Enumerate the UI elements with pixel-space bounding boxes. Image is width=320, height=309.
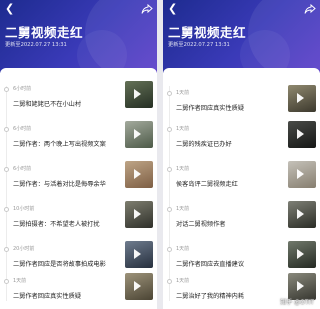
timeline-list: 1天前 二舅作者回应真实性质疑 1天前 二舅的残疾证已办好 1天前 侯客岛评二舅… [163,68,320,309]
play-icon [134,281,141,291]
item-time: 6小时前 [13,86,32,92]
topic-panel-right: ❮ 二舅视频走红 更新至2022.07.27 13:31 1天前 二舅作者回应真… [163,0,320,309]
item-headline: 二舅的残疾证已办好 [176,141,232,148]
item-headline: 二舅作者：与活着对比是侮辱余华 [13,181,106,188]
timeline-dot [4,167,9,172]
video-thumbnail[interactable] [125,273,153,300]
timeline-dot [4,87,9,92]
timeline-dot [167,91,172,96]
timeline-dot [167,207,172,212]
screenshot-stage: ❮ 二舅视频走红 更新至2022.07.27 13:31 6小时前 二舅和姥姥已… [0,0,320,309]
play-icon [297,209,304,219]
item-time: 20小时前 [13,246,35,252]
topic-header: ❮ 二舅视频走红 更新至2022.07.27 13:31 [163,0,320,80]
update-time: 更新至2022.07.27 13:31 [168,42,230,48]
watermark: 知乎 @OTIT [280,299,314,306]
item-time: 6小时前 [13,126,32,132]
item-headline: 二舅作者回应真实性质疑 [176,105,245,112]
video-thumbnail[interactable] [125,161,153,188]
timeline-dot [4,127,9,132]
timeline-item[interactable]: 6小时前 二舅作者：两个晚上写出视频文案 [0,121,157,162]
timeline-dot [4,247,9,252]
item-time: 1天前 [176,206,190,212]
item-headline: 二舅拍摄者：不希望老人被打扰 [13,221,100,228]
video-thumbnail[interactable] [125,81,153,108]
timeline-item[interactable]: 6小时前 二舅作者：与活着对比是侮辱余华 [0,161,157,202]
video-thumbnail[interactable] [288,121,316,148]
timeline-dot [167,127,172,132]
topic-header: ❮ 二舅视频走红 更新至2022.07.27 13:31 [0,0,157,80]
topic-panel-left: ❮ 二舅视频走红 更新至2022.07.27 13:31 6小时前 二舅和姥姥已… [0,0,157,309]
update-time: 更新至2022.07.27 13:31 [5,42,67,48]
page-title: 二舅视频走红 [5,25,84,40]
timeline-dot [4,207,9,212]
back-arrow-icon[interactable]: ❮ [168,3,178,15]
timeline-item[interactable]: 1天前 二舅的残疾证已办好 [163,121,320,162]
play-icon [297,249,304,259]
share-icon[interactable] [141,3,153,15]
item-headline: 二舅治好了我的精神内耗 [176,293,245,300]
timeline-item[interactable]: 10小时前 二舅拍摄者：不希望老人被打扰 [0,201,157,242]
timeline-dot [167,279,172,284]
play-icon [134,129,141,139]
play-icon [297,129,304,139]
back-arrow-icon[interactable]: ❮ [5,3,15,15]
item-time: 1天前 [176,90,190,96]
video-thumbnail[interactable] [288,241,316,268]
item-time: 1天前 [13,278,27,284]
timeline-item[interactable]: 6小时前 二舅和姥姥已不在小山村 [0,81,157,122]
video-thumbnail[interactable] [288,273,316,300]
video-thumbnail[interactable] [125,201,153,228]
timeline-item[interactable]: 1天前 二舅作者回应真实性质疑 [0,273,157,309]
timeline-item[interactable]: 1天前 侯客岛评二舅视频走红 [163,161,320,202]
play-icon [134,249,141,259]
item-time: 10小时前 [13,206,35,212]
video-thumbnail[interactable] [288,161,316,188]
timeline-dot [167,247,172,252]
video-thumbnail[interactable] [288,201,316,228]
item-headline: 二舅作者回应去直播建议 [176,261,245,268]
timeline-list: 6小时前 二舅和姥姥已不在小山村 6小时前 二舅作者：两个晚上写出视频文案 6小… [0,68,157,309]
timeline-dot [167,167,172,172]
play-icon [134,209,141,219]
item-headline: 二舅和姥姥已不在小山村 [13,101,82,108]
item-headline: 二舅作者回应是否将故事拍成电影 [13,261,106,268]
timeline-item[interactable]: 1天前 对话二舅视频作者 [163,201,320,242]
item-time: 1天前 [176,278,190,284]
item-time: 1天前 [176,166,190,172]
item-headline: 对话二舅视频作者 [176,221,226,228]
item-time: 6小时前 [13,166,32,172]
item-headline: 侯客岛评二舅视频走红 [176,181,238,188]
play-icon [297,169,304,179]
play-icon [297,93,304,103]
item-headline: 二舅作者回应真实性质疑 [13,293,82,300]
video-thumbnail[interactable] [125,121,153,148]
page-title: 二舅视频走红 [168,25,247,40]
video-thumbnail[interactable] [288,85,316,112]
play-icon [297,281,304,291]
share-icon[interactable] [304,3,316,15]
item-time: 1天前 [176,246,190,252]
play-icon [134,169,141,179]
item-time: 1天前 [176,126,190,132]
play-icon [134,89,141,99]
item-headline: 二舅作者：两个晚上写出视频文案 [13,141,106,148]
timeline-dot [4,279,9,284]
video-thumbnail[interactable] [125,241,153,268]
